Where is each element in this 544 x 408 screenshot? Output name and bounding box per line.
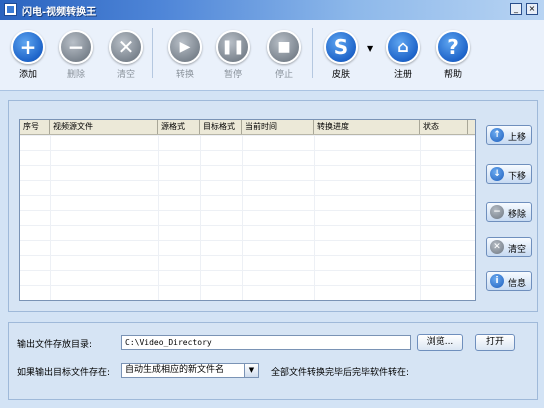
arrow-up-icon: ↑: [490, 128, 504, 142]
column-header[interactable]: 转换进度: [314, 120, 420, 134]
help-button[interactable]: ? 帮助: [431, 30, 475, 80]
column-header[interactable]: 序号: [20, 120, 50, 134]
clear-label: 清空: [116, 70, 135, 80]
stop-button[interactable]: ■ 停止: [262, 30, 306, 80]
app-icon: [4, 3, 17, 16]
close-button[interactable]: ×: [526, 3, 538, 15]
stop-label: 停止: [274, 70, 293, 80]
minus-icon: −: [490, 205, 504, 219]
close-icon: ✕: [109, 30, 143, 64]
plus-icon: +: [11, 30, 45, 64]
info-button[interactable]: i 信息: [486, 271, 532, 291]
arrow-down-icon: ↓: [490, 167, 504, 181]
help-label: 帮助: [443, 70, 462, 80]
stop-icon: ■: [267, 30, 301, 64]
move-up-button[interactable]: ↑ 上移: [486, 125, 532, 145]
move-up-label: 上移: [508, 133, 527, 143]
info-label: 信息: [508, 279, 527, 289]
close-icon: ✕: [490, 240, 504, 254]
dropdown-arrow-icon: ▼: [244, 364, 258, 377]
output-settings-panel: 输出文件存放目录: C:\Video_Directory 浏览... 打开 如果…: [8, 322, 538, 400]
remove-label: 移除: [508, 210, 527, 220]
output-dir-label: 输出文件存放目录:: [17, 340, 93, 350]
column-divider: [200, 135, 201, 300]
skin-icon: S: [324, 30, 358, 64]
add-button[interactable]: + 添加: [6, 30, 50, 80]
delete-button[interactable]: − 删除: [54, 30, 98, 80]
file-list-header: 序号 视频源文件 源格式 目标格式 当前时间 转换进度 状态: [20, 120, 475, 135]
pause-icon: ❚❚: [216, 30, 250, 64]
after-conversion-label: 全部文件转换完毕后完毕软件转在:: [271, 368, 410, 378]
column-header[interactable]: 目标格式: [200, 120, 242, 134]
clear-button[interactable]: ✕ 清空: [104, 30, 148, 80]
file-exists-label: 如果输出目标文件存在:: [17, 368, 111, 378]
minus-icon: −: [59, 30, 93, 64]
column-divider: [158, 135, 159, 300]
file-exists-selected-value: 自动生成相应的新文件名: [125, 365, 225, 375]
column-header[interactable]: 视频源文件: [50, 120, 158, 134]
pause-button[interactable]: ❚❚ 暂停: [211, 30, 255, 80]
column-header[interactable]: 当前时间: [242, 120, 314, 134]
move-down-label: 下移: [508, 172, 527, 182]
delete-label: 删除: [66, 70, 85, 80]
file-list[interactable]: 序号 视频源文件 源格式 目标格式 当前时间 转换进度 状态: [19, 119, 476, 301]
column-divider: [50, 135, 51, 300]
add-label: 添加: [18, 70, 37, 80]
home-icon: ⌂: [386, 30, 420, 64]
toolbar-separator: [312, 28, 313, 78]
open-button[interactable]: 打开: [475, 334, 515, 351]
column-divider: [314, 135, 315, 300]
minimize-button[interactable]: _: [510, 3, 522, 15]
file-list-body[interactable]: [20, 135, 475, 300]
file-exists-select[interactable]: 自动生成相应的新文件名 ▼: [121, 363, 259, 378]
pause-label: 暂停: [223, 70, 242, 80]
clear-list-label: 清空: [508, 245, 527, 255]
skin-button[interactable]: S 皮肤: [319, 30, 363, 80]
help-icon: ?: [436, 30, 470, 64]
column-header[interactable]: 状态: [420, 120, 468, 134]
column-divider: [420, 135, 421, 300]
column-divider: [242, 135, 243, 300]
app-window: 闪电-视频转换王 _ × + 添加 − 删除 ✕ 清空 ▶ 转换 ❚❚ 暂停 ■…: [0, 0, 544, 408]
toolbar: + 添加 − 删除 ✕ 清空 ▶ 转换 ❚❚ 暂停 ■ 停止 S 皮肤 ▼ ⌂ …: [0, 20, 544, 91]
remove-button[interactable]: − 移除: [486, 202, 532, 222]
column-header[interactable]: 源格式: [158, 120, 200, 134]
register-button[interactable]: ⌂ 注册: [381, 30, 425, 80]
convert-label: 转换: [175, 70, 194, 80]
info-icon: i: [490, 274, 504, 288]
register-label: 注册: [393, 70, 412, 80]
output-dir-input[interactable]: C:\Video_Directory: [121, 335, 411, 350]
skin-dropdown-arrow-icon[interactable]: ▼: [367, 44, 373, 53]
move-down-button[interactable]: ↓ 下移: [486, 164, 532, 184]
skin-label: 皮肤: [331, 70, 350, 80]
browse-button[interactable]: 浏览...: [417, 334, 463, 351]
window-title: 闪电-视频转换王: [22, 7, 97, 18]
file-list-panel: 序号 视频源文件 源格式 目标格式 当前时间 转换进度 状态 ↑ 上移 ↓ 下移: [8, 100, 538, 312]
title-bar: 闪电-视频转换王 _ ×: [0, 0, 544, 20]
toolbar-separator: [152, 28, 153, 78]
convert-button[interactable]: ▶ 转换: [163, 30, 207, 80]
clear-list-button[interactable]: ✕ 清空: [486, 237, 532, 257]
play-icon: ▶: [168, 30, 202, 64]
